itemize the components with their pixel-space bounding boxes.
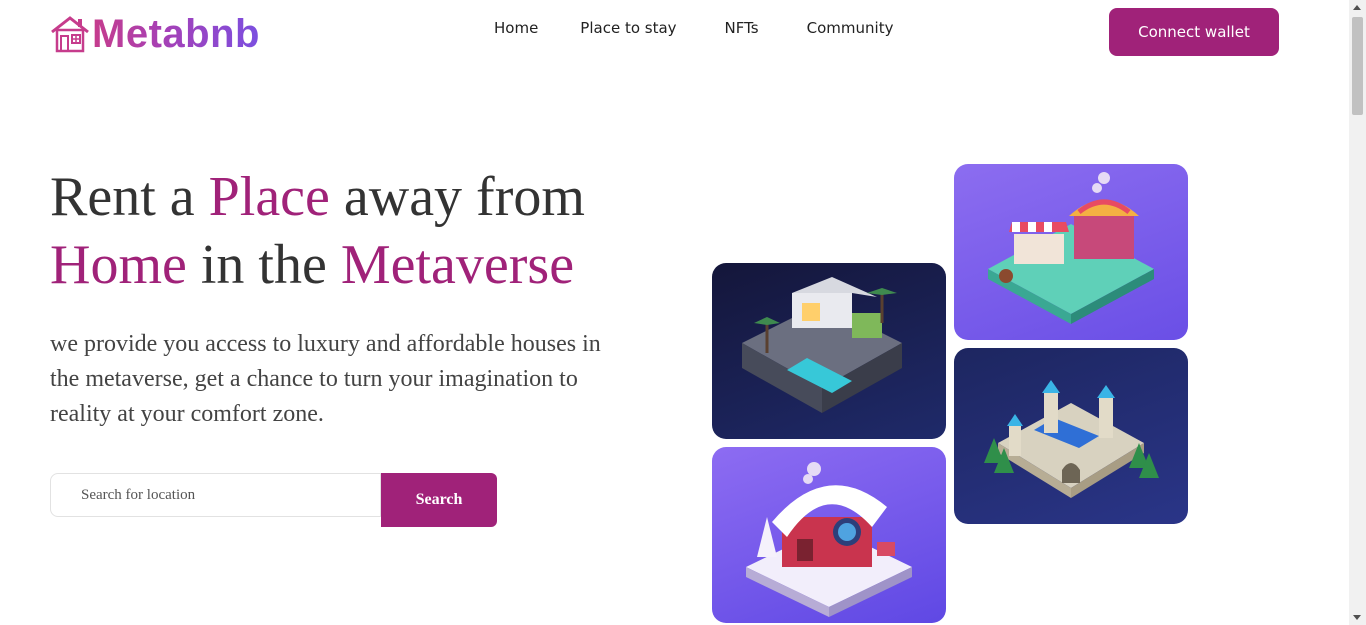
- title-highlight-metaverse: Metaverse: [340, 234, 575, 296]
- nav-place-to-stay[interactable]: Place to stay: [580, 19, 676, 37]
- search-input[interactable]: [50, 473, 381, 517]
- nav-home[interactable]: Home: [494, 19, 538, 37]
- nav-nfts[interactable]: NFTs: [725, 19, 759, 37]
- scroll-down-arrow-icon[interactable]: [1353, 615, 1361, 620]
- title-text: Rent a: [50, 166, 209, 228]
- search-button[interactable]: Search: [381, 473, 497, 527]
- hero-title: Rent a Place away from Home in the Metav…: [50, 163, 650, 299]
- nav-community[interactable]: Community: [807, 19, 894, 37]
- title-text: in the: [186, 234, 341, 296]
- brand-logo[interactable]: Metabnb: [50, 12, 260, 56]
- title-highlight-place: Place: [208, 166, 330, 228]
- modern-villa-image: [712, 263, 946, 439]
- scroll-up-arrow-icon[interactable]: [1353, 5, 1361, 10]
- house-icon: [51, 16, 89, 53]
- connect-wallet-button[interactable]: Connect wallet: [1109, 8, 1279, 56]
- scrollbar-thumb[interactable]: [1352, 17, 1363, 115]
- title-text: away from: [329, 166, 585, 228]
- title-highlight-home: Home: [50, 234, 187, 296]
- market-stall-image: [954, 164, 1188, 340]
- snow-cabin-image: [712, 447, 946, 623]
- castle-image: [954, 348, 1188, 524]
- brand-name: Metabnb: [92, 12, 260, 56]
- main-nav: Home Place to stay NFTs Community: [494, 19, 893, 37]
- hero-description: we provide you access to luxury and affo…: [50, 331, 601, 427]
- page-scrollbar[interactable]: [1349, 0, 1366, 625]
